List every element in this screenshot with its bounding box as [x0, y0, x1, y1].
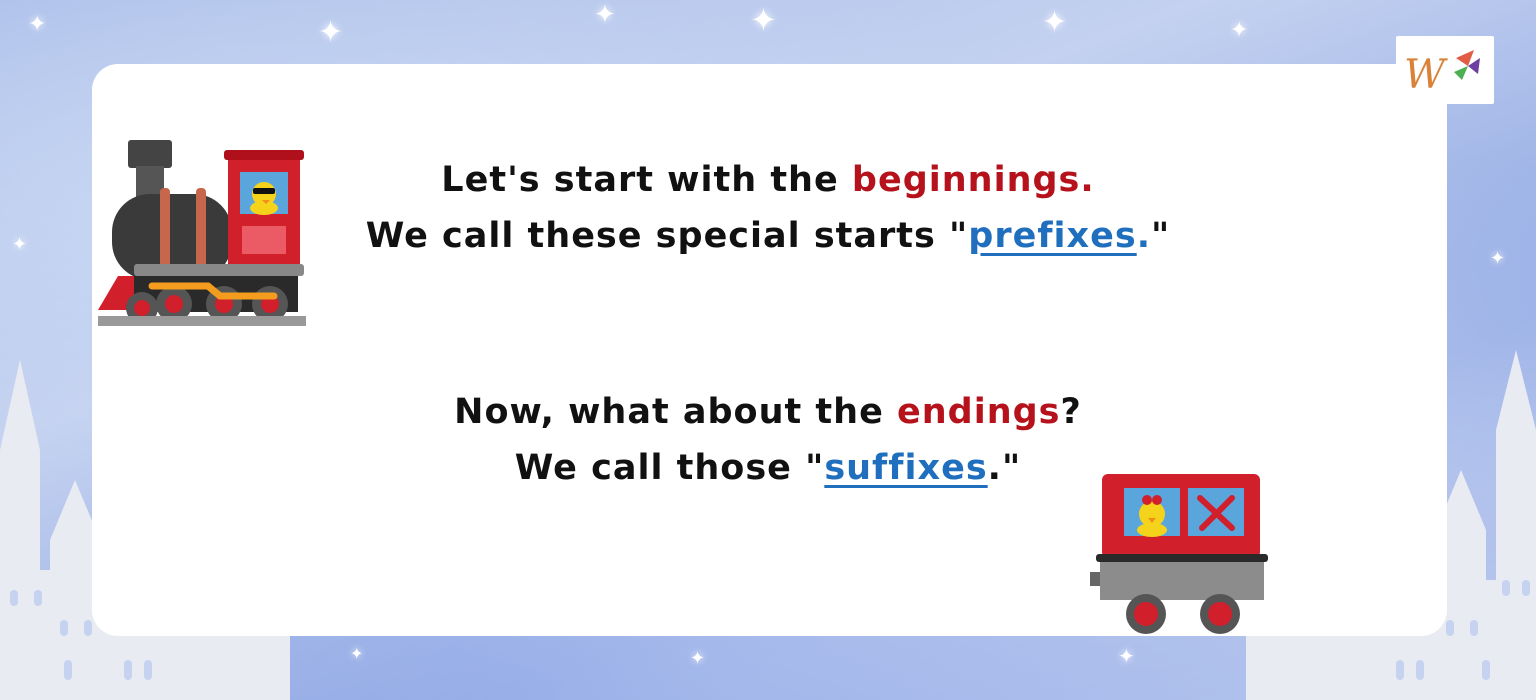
- line-2: We call these special starts "prefixes.": [0, 216, 1536, 256]
- beginnings-highlight: beginnings.: [851, 160, 1095, 200]
- prefixes-period: .: [1136, 216, 1152, 256]
- endings-highlight: endings: [897, 392, 1061, 432]
- line-4-text: We call those ": [514, 448, 825, 488]
- line-1: Let's start with the beginnings.: [0, 160, 1536, 200]
- line-4-close: .": [987, 448, 1022, 488]
- line-4: We call those "suffixes.": [0, 448, 1536, 488]
- sparkle-star-icon: ✦: [318, 15, 344, 50]
- suffixes-link[interactable]: suffixes: [824, 448, 987, 488]
- line-3: Now, what about the endings?: [0, 392, 1536, 432]
- w-logo-icon: W: [1404, 50, 1480, 98]
- sparkle-star-icon: ✦: [750, 1, 777, 39]
- sparkle-star-icon: ✦: [690, 648, 706, 669]
- prefixes-link[interactable]: prefixes: [968, 216, 1136, 256]
- sparkle-star-icon: ✦: [28, 12, 47, 37]
- sparkle-star-icon: ✦: [1042, 5, 1068, 40]
- sparkle-star-icon: ✦: [1230, 18, 1249, 43]
- line-2-close-quote: ": [1151, 216, 1171, 256]
- line-2-text: We call these special starts ": [365, 216, 969, 256]
- line-3-question: ?: [1060, 392, 1082, 432]
- sparkle-star-icon: ✦: [350, 644, 364, 663]
- svg-text:W: W: [1404, 52, 1448, 98]
- train-car-icon: [1090, 474, 1268, 634]
- line-1-text: Let's start with the: [441, 160, 852, 200]
- line-3-text: Now, what about the: [454, 392, 897, 432]
- sparkle-star-icon: ✦: [594, 0, 616, 30]
- sparkle-star-icon: ✦: [1118, 644, 1135, 668]
- logo: W: [1396, 36, 1494, 104]
